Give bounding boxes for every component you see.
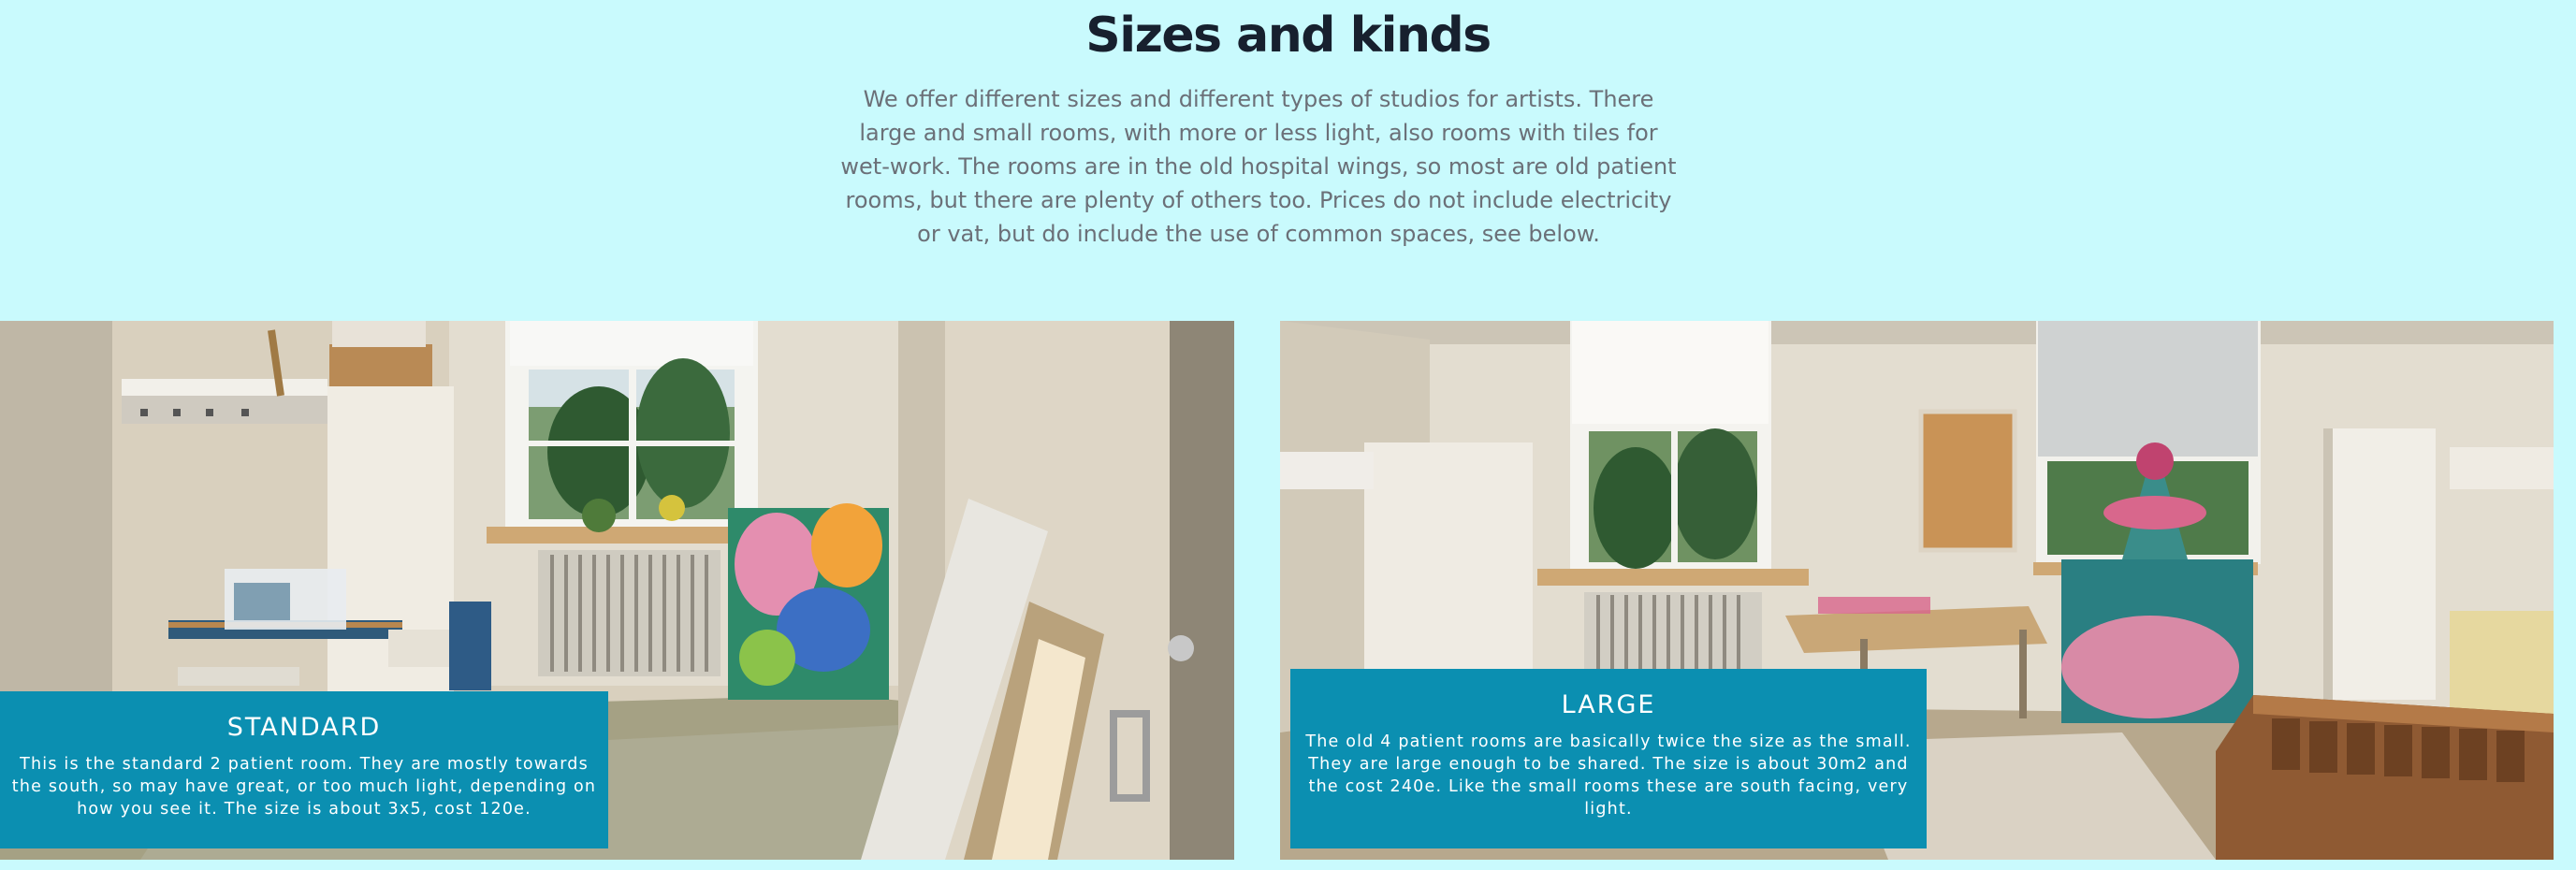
studio-card-standard[interactable]: STANDARD This is the standard 2 patient … <box>0 321 1234 860</box>
studios-page: Sizes and kinds We offer different sizes… <box>0 0 2576 870</box>
large-title: LARGE <box>1561 690 1656 719</box>
standard-description: This is the standard 2 patient room. The… <box>11 755 597 819</box>
section-bottom-edge <box>0 860 2576 870</box>
standard-title: STANDARD <box>226 713 382 742</box>
studio-card-large[interactable]: LARGE The old 4 patient rooms are basica… <box>1280 321 2554 860</box>
standard-caption: STANDARD This is the standard 2 patient … <box>0 691 608 848</box>
section-intro: We offer different sizes and different t… <box>840 86 1677 247</box>
large-description: The old 4 patient rooms are basically tw… <box>1305 732 1912 819</box>
large-caption: LARGE The old 4 patient rooms are basica… <box>1290 669 1927 848</box>
section-title: Sizes and kinds <box>1085 7 1492 64</box>
